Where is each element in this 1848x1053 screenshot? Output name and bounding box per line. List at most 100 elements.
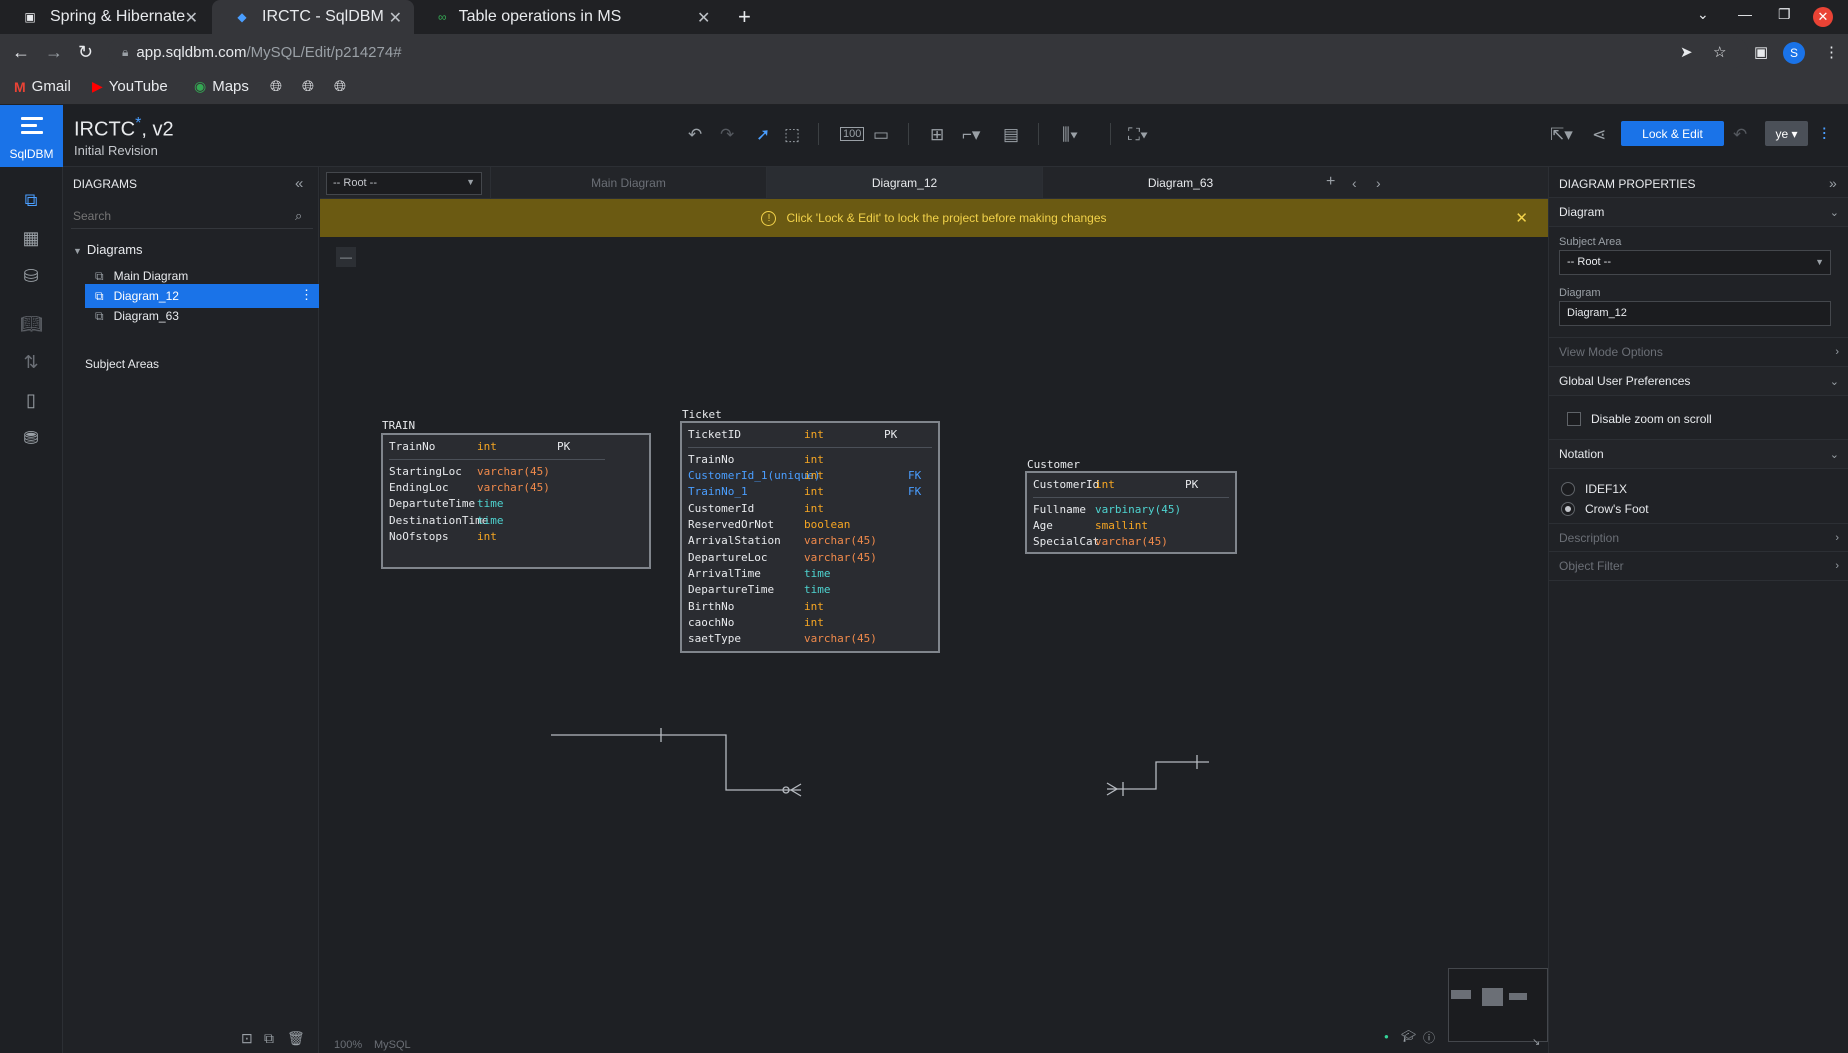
column-type: time [477,514,504,527]
help-icon[interactable]: ⓘ [1423,1029,1435,1046]
sidepanel-icon[interactable]: ▣ [1754,43,1768,61]
new-diagram-icon[interactable]: ⧉ [264,1030,274,1047]
fk-badge: FK [908,485,922,498]
new-subject-area-icon[interactable]: ⊡ [241,1030,253,1047]
notation-crowsfoot-radio[interactable] [1561,502,1575,516]
browser-tab[interactable]: ∞ Table operations in MS SQ [416,0,626,34]
add-relation-icon[interactable]: ⌐▾ [962,125,980,145]
close-tab-icon[interactable]: ✕ [389,8,402,28]
app-menu-button[interactable]: SqlDBM [0,105,63,167]
table-title-ticket[interactable]: Ticket [682,408,722,421]
section-description[interactable]: Description › [1549,523,1848,553]
browser-tab-active[interactable]: ◆ IRCTC - SqlDBM ✕ [212,0,414,34]
diagram-name-field[interactable]: Diagram_12 [1559,301,1831,326]
table-title-train[interactable]: TRAIN [382,419,415,432]
table-train[interactable]: TrainNo int PK StartingLoc varchar(45) E… [381,433,651,569]
globe-icon[interactable]: 🌐︎ [302,78,314,95]
marquee-select-icon[interactable]: ⬚ [784,125,800,145]
app-header: SqlDBM IRCTC*, v2 Initial Revision ↶ ↷ ➚… [0,105,1848,167]
pointer-icon[interactable]: ➚ [756,125,770,145]
subject-areas-node[interactable]: Subject Areas [85,357,159,371]
globe-icon[interactable]: 🌐︎ [334,78,346,95]
bookmark-star-icon[interactable]: ☆ [1713,43,1726,61]
user-menu-button[interactable]: ye ▾ [1765,121,1808,146]
reload-icon[interactable]: ↻ [78,42,93,63]
browser-tab-title: Table operations in MS SQ [458,8,626,25]
search-icon[interactable]: ⌕ [295,208,302,224]
revert-icon[interactable]: ↶ [1733,125,1747,145]
relationship-line-customer-ticket [1107,761,1209,790]
new-tab-icon[interactable]: + [738,4,751,30]
bookmark-label: YouTube [108,78,168,95]
sqldbm-icon: ◆ [237,10,247,24]
tables-icon[interactable]: ▦ [20,228,42,250]
collapse-panel-icon[interactable]: « [295,175,303,192]
caret-down-icon: ▼ [73,246,82,256]
restore-icon[interactable]: ❐ [1778,6,1791,23]
browser-tab-title: IRCTC - SqlDBM [262,8,384,25]
column-name: EndingLoc [389,481,449,494]
delete-icon[interactable]: 🗑︎ [287,1030,305,1047]
disable-zoom-checkbox[interactable] [1567,412,1581,426]
diagrams-icon[interactable]: ⧉ [20,190,42,212]
diagrams-tree-root[interactable]: ▼ Diagrams [73,242,143,257]
redo-icon[interactable]: ↷ [720,125,734,145]
bookmark-label: Maps [212,78,249,95]
export-icon[interactable]: ⇱▾ [1550,125,1573,145]
table-ticket[interactable]: TicketID int PK TrainNo int CustomerId_1(u… [680,421,940,653]
bookmark-maps[interactable]: ◉ Maps [194,78,249,95]
minimize-icon[interactable]: — [1738,6,1752,22]
bookmark-youtube[interactable]: ▶ YouTube [92,78,168,95]
minimap[interactable] [1448,968,1548,1042]
profile-avatar[interactable]: S [1783,42,1805,64]
column-type: int [804,502,824,515]
zoom-100-icon[interactable]: 100 [840,127,865,141]
more-options-icon[interactable]: ⋮ [300,287,313,303]
close-tab-icon[interactable]: ✕ [697,8,710,28]
collapse-panel-icon[interactable]: » [1829,175,1837,191]
section-global-prefs[interactable]: Global User Preferences ⌄ [1549,366,1848,396]
database-icon[interactable]: ⛁ [20,266,42,288]
undo-icon[interactable]: ↶ [688,125,702,145]
globe-icon[interactable]: 🌐︎ [270,78,282,95]
url-field[interactable]: 🔒︎ app.sqldbm.com /MySQL/Edit/p214274# [108,37,1748,68]
subject-area-dropdown[interactable]: -- Root -- ▼ [1559,250,1831,275]
section-object-filter[interactable]: Object Filter › [1549,551,1848,581]
add-note-icon[interactable]: ▤ [1003,125,1019,145]
resize-handle-icon[interactable]: ↘ [1532,1037,1540,1048]
section-diagram[interactable]: Diagram ⌄ [1549,197,1848,227]
diagram-item[interactable]: ⧉ Diagram_63 [85,304,319,328]
settings-sliders-icon[interactable]: ⫶ [1822,125,1826,145]
add-table-icon[interactable]: ⊞ [930,125,944,145]
tab-search-icon[interactable]: ⌄ [1697,6,1709,23]
learn-icon[interactable]: 🎓︎ [1401,1029,1416,1043]
table-title-customer[interactable]: Customer [1027,458,1080,471]
section-notation[interactable]: Notation ⌄ [1549,439,1848,469]
back-icon[interactable]: ← [12,42,30,63]
bookmark-gmail[interactable]: M Gmail [14,78,71,95]
lock-and-edit-button[interactable]: Lock & Edit [1621,121,1724,146]
view-options-icon[interactable]: ⫼▾ [1062,125,1078,145]
notation-idef1x-radio[interactable] [1561,482,1575,496]
column-type: int [804,453,824,466]
db-sync-icon[interactable]: ⛃ [20,428,42,450]
browser-tab[interactable]: ▣ Spring & Hibernate ✕ [0,0,210,34]
menu-dots-icon[interactable]: ⋮ [1824,43,1839,61]
table-customer[interactable]: CustomerId int PK Fullname varbinary(45)… [1025,471,1237,554]
diagram-canvas[interactable]: -- Root -- ▼ Main Diagram Diagram_12 Dia… [320,167,1548,1053]
share-icon[interactable]: ⋖ [1592,125,1606,145]
close-tab-icon[interactable]: ✕ [185,8,198,28]
diagram-search-input[interactable] [71,203,313,229]
section-view-mode[interactable]: View Mode Options › [1549,337,1848,367]
disable-zoom-label: Disable zoom on scroll [1591,412,1712,426]
compare-icon[interactable]: ⇅ [20,352,42,374]
layout-icon[interactable]: ⛶▾ [1128,125,1148,145]
forward-icon[interactable]: → [45,42,63,63]
column-name: CustomerId_1(unique) [688,469,821,482]
fit-icon[interactable]: ▭ [873,125,889,145]
revision-label[interactable]: Initial Revision [74,143,158,158]
send-icon[interactable]: ➤ [1680,43,1693,61]
window-close-icon[interactable]: ✕ [1813,7,1833,27]
script-icon[interactable]: ▯ [20,390,42,412]
docs-icon[interactable]: 📖︎ [20,314,43,336]
